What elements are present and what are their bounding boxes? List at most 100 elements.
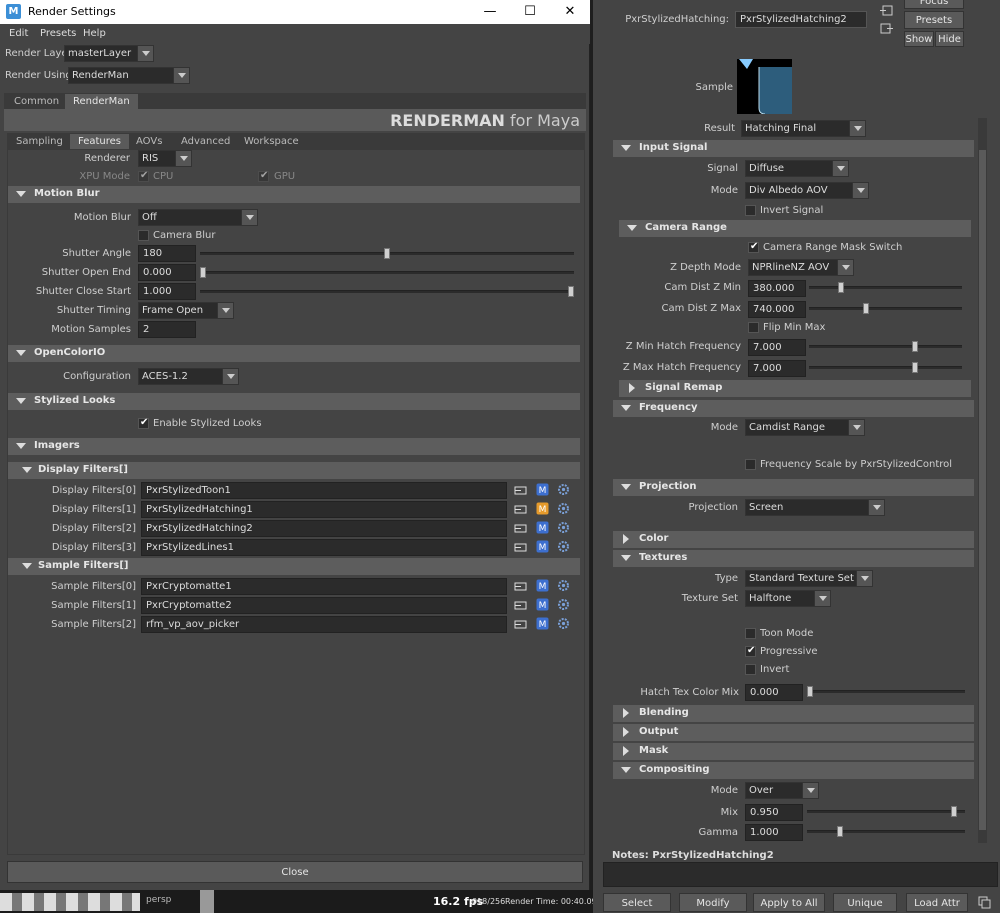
ae-scrollbar[interactable] xyxy=(978,118,987,843)
gear-icon[interactable] xyxy=(557,617,570,630)
camera-blur-checkbox[interactable] xyxy=(138,230,149,241)
hatch-tex-color-mix-field[interactable]: 0.000 xyxy=(745,684,803,701)
sample-filter-field[interactable]: PxrCryptomatte2 xyxy=(141,597,507,614)
z-max-hatch-frequency-field[interactable]: 7.000 xyxy=(748,360,806,377)
cam-dist-z-min-field[interactable]: 380.000 xyxy=(748,280,806,297)
hide-button[interactable]: Hide xyxy=(935,31,964,47)
section-display-filters[interactable]: Display Filters[] xyxy=(8,462,580,479)
motion-blur-dropdown[interactable]: Off xyxy=(138,209,258,226)
slider-thumb[interactable] xyxy=(837,826,843,837)
shutter-close-start-slider[interactable] xyxy=(200,286,574,297)
display-filter-field[interactable]: PxrStylizedHatching2 xyxy=(141,520,507,537)
section-signal-remap[interactable]: Signal Remap xyxy=(619,380,971,397)
sample-filter-field[interactable]: PxrCryptomatte1 xyxy=(141,578,507,595)
render-using-dropdown[interactable]: RenderMan xyxy=(68,67,190,84)
show-button[interactable]: Show xyxy=(904,31,934,47)
gear-icon[interactable] xyxy=(557,521,570,534)
gamma-field[interactable]: 1.000 xyxy=(745,824,803,841)
shutter-open-end-field[interactable]: 0.000 xyxy=(138,264,196,281)
z-min-hatch-frequency-field[interactable]: 7.000 xyxy=(748,339,806,356)
select-button[interactable]: Select xyxy=(603,893,671,912)
tab-sampling[interactable]: Sampling xyxy=(8,134,71,150)
section-imagers[interactable]: Imagers xyxy=(8,438,580,455)
display-filter-field[interactable]: PxrStylizedHatching1 xyxy=(141,501,507,518)
close-window-icon[interactable]: ✕ xyxy=(560,2,580,22)
projection-dropdown[interactable]: Screen xyxy=(745,499,885,516)
scrollbar-thumb[interactable] xyxy=(979,150,986,830)
slider-thumb[interactable] xyxy=(568,286,574,297)
section-sample-filters[interactable]: Sample Filters[] xyxy=(8,558,580,575)
signal-dropdown[interactable]: Diffuse xyxy=(745,160,849,177)
input-connections-icon[interactable] xyxy=(880,4,893,17)
camera-range-mask-checkbox[interactable] xyxy=(748,241,759,253)
texture-type-dropdown[interactable]: Standard Texture Set xyxy=(745,570,873,587)
maya-node-icon[interactable]: M xyxy=(536,617,549,630)
frequency-scale-checkbox[interactable] xyxy=(745,459,756,470)
configuration-dropdown[interactable]: ACES-1.2 xyxy=(138,368,239,385)
gear-icon[interactable] xyxy=(557,598,570,611)
render-layer-dropdown[interactable]: masterLayer xyxy=(64,45,154,62)
notes-field[interactable] xyxy=(603,862,998,887)
shutter-open-end-slider[interactable] xyxy=(200,267,574,278)
z-min-hatch-frequency-slider[interactable] xyxy=(809,341,962,352)
section-output[interactable]: Output xyxy=(613,724,974,741)
cam-dist-z-max-field[interactable]: 740.000 xyxy=(748,301,806,318)
z-depth-mode-dropdown[interactable]: NPRlineNZ AOV xyxy=(748,259,854,276)
menu-edit[interactable]: Edit xyxy=(9,28,28,39)
minimize-icon[interactable]: — xyxy=(480,2,500,22)
focus-button[interactable]: Focus xyxy=(904,0,964,9)
cam-dist-z-min-slider[interactable] xyxy=(809,282,962,293)
section-textures[interactable]: Textures xyxy=(613,550,974,567)
maya-node-icon[interactable]: M xyxy=(536,598,549,611)
maya-node-icon[interactable]: M xyxy=(536,502,549,515)
cpu-checkbox[interactable] xyxy=(138,170,149,182)
presets-button[interactable]: Presets xyxy=(904,11,964,29)
display-filter-field[interactable]: PxrStylizedToon1 xyxy=(141,482,507,499)
texture-invert-checkbox[interactable] xyxy=(745,664,756,675)
slider-thumb[interactable] xyxy=(912,362,918,373)
connect-icon[interactable] xyxy=(514,503,527,516)
slider-thumb[interactable] xyxy=(384,248,390,259)
compositing-mode-dropdown[interactable]: Over xyxy=(745,782,819,799)
progressive-checkbox[interactable] xyxy=(745,645,756,657)
section-frequency[interactable]: Frequency xyxy=(613,400,974,417)
section-camera-range[interactable]: Camera Range xyxy=(619,220,971,237)
maya-node-icon[interactable]: M xyxy=(536,521,549,534)
gear-icon[interactable] xyxy=(557,540,570,553)
compositing-mix-slider[interactable] xyxy=(807,806,965,817)
gear-icon[interactable] xyxy=(557,483,570,496)
shutter-timing-dropdown[interactable]: Frame Open xyxy=(138,302,234,319)
shutter-close-start-field[interactable]: 1.000 xyxy=(138,283,196,300)
section-color[interactable]: Color xyxy=(613,531,974,548)
hatch-tex-color-mix-slider[interactable] xyxy=(807,686,965,697)
close-button[interactable]: Close xyxy=(7,861,583,883)
connect-icon[interactable] xyxy=(514,484,527,497)
copy-tab-icon[interactable] xyxy=(978,896,991,909)
tab-features[interactable]: Features xyxy=(70,134,129,150)
menu-help[interactable]: Help xyxy=(83,28,106,39)
slider-thumb[interactable] xyxy=(863,303,869,314)
connect-icon[interactable] xyxy=(514,580,527,593)
tab-common[interactable]: Common xyxy=(6,94,67,110)
gear-icon[interactable] xyxy=(557,579,570,592)
gpu-checkbox[interactable] xyxy=(258,170,269,182)
cam-dist-z-max-slider[interactable] xyxy=(809,303,962,314)
tab-workspace[interactable]: Workspace xyxy=(236,134,307,150)
slider-thumb[interactable] xyxy=(838,282,844,293)
connect-icon[interactable] xyxy=(514,541,527,554)
shutter-angle-slider[interactable] xyxy=(200,248,574,259)
flip-min-max-checkbox[interactable] xyxy=(748,322,759,333)
connect-icon[interactable] xyxy=(514,522,527,535)
maya-node-icon[interactable]: M xyxy=(536,483,549,496)
tab-aovs[interactable]: AOVs xyxy=(128,134,170,150)
compositing-mix-field[interactable]: 0.950 xyxy=(745,804,803,821)
section-projection[interactable]: Projection xyxy=(613,479,974,496)
tab-renderman[interactable]: RenderMan xyxy=(65,94,138,110)
section-stylized-looks[interactable]: Stylized Looks xyxy=(8,393,580,410)
sample-filter-field[interactable]: rfm_vp_aov_picker xyxy=(141,616,507,633)
frequency-mode-dropdown[interactable]: Camdist Range xyxy=(745,419,865,436)
maximize-icon[interactable]: ☐ xyxy=(520,2,540,22)
output-connections-icon[interactable] xyxy=(880,22,893,35)
slider-thumb[interactable] xyxy=(912,341,918,352)
connect-icon[interactable] xyxy=(514,599,527,612)
